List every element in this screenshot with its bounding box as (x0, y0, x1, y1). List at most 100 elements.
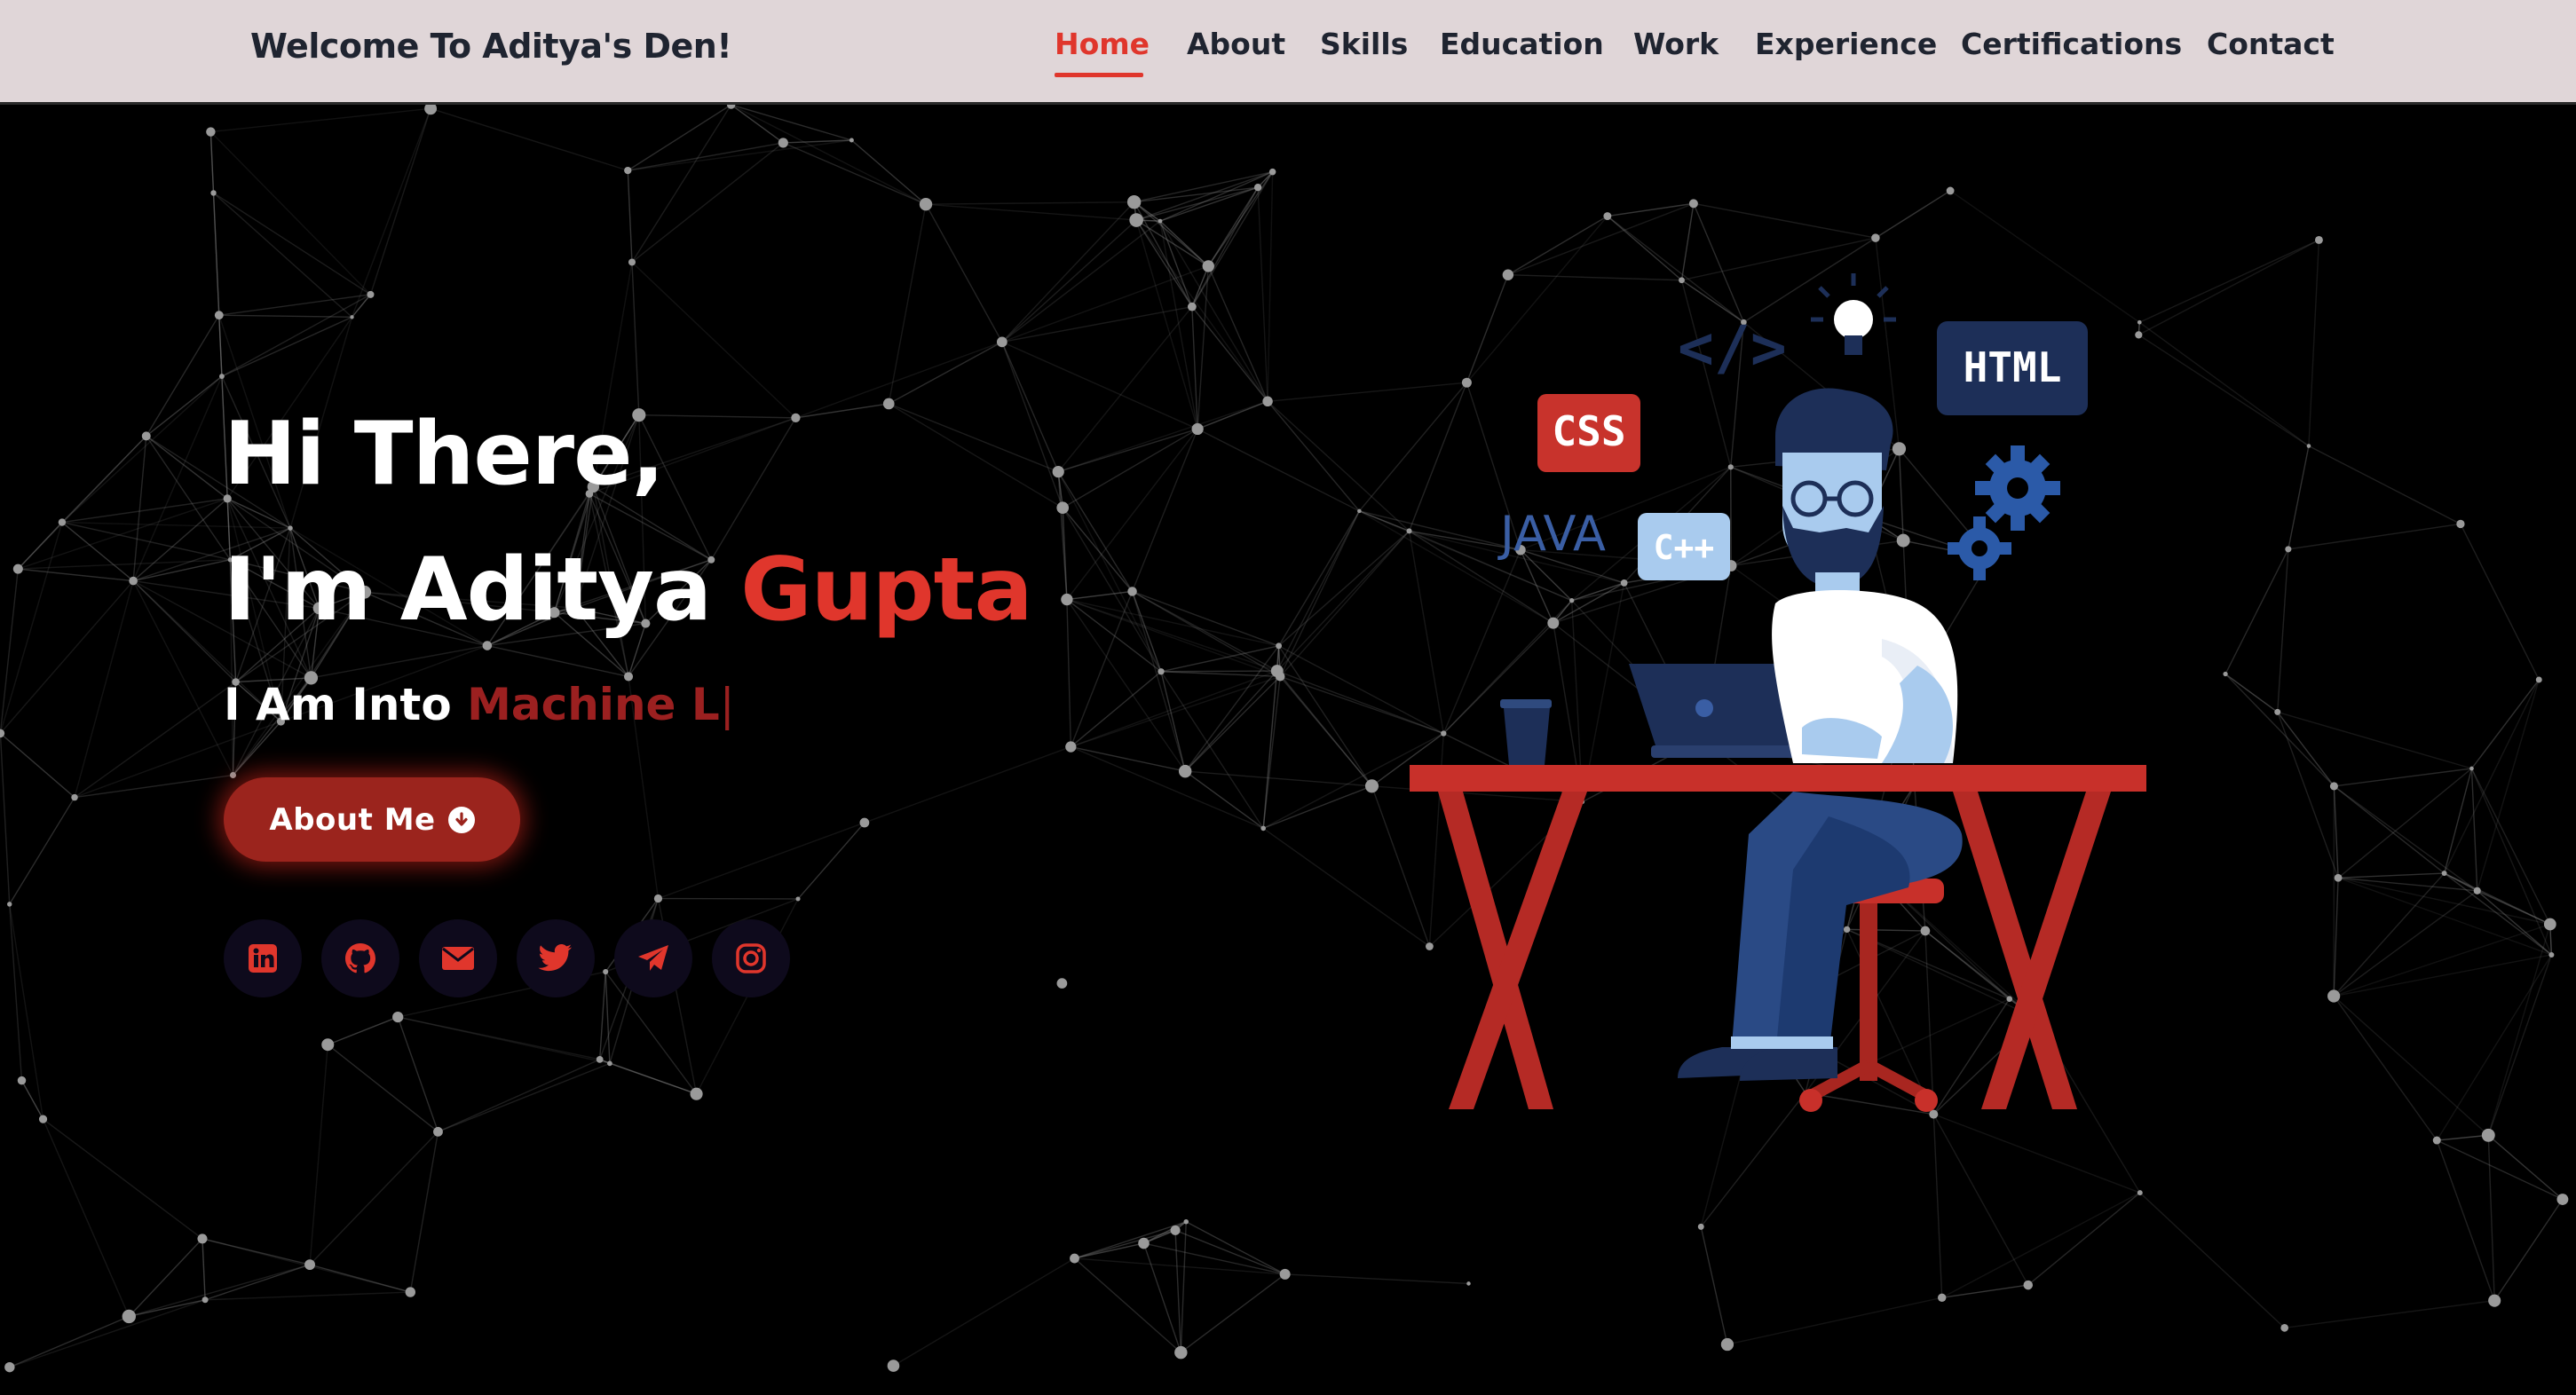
network-node (795, 896, 801, 902)
network-line (221, 294, 371, 377)
network-node (1183, 1218, 1189, 1225)
network-line (2277, 711, 2472, 769)
network-node (1202, 260, 1214, 272)
hero-name-prefix: I'm Aditya (224, 540, 741, 641)
svg-text:HTML: HTML (1964, 343, 2062, 391)
network-line (2337, 768, 2472, 879)
network-line (1262, 676, 1281, 829)
network-line (925, 203, 1003, 343)
brand-title[interactable]: Welcome To Aditya's Den! (250, 27, 732, 66)
network-line (2487, 924, 2551, 1136)
network-line (631, 261, 796, 419)
network-node (424, 105, 438, 115)
network-line (631, 262, 640, 415)
hero-greeting: Hi There, (224, 404, 665, 505)
network-line (309, 1044, 328, 1265)
network-line (397, 1016, 439, 1132)
nav-skills[interactable]: Skills (1320, 27, 1408, 61)
network-line (1135, 219, 1209, 267)
network-line (2487, 1134, 2564, 1201)
network-line (0, 569, 20, 734)
network-line (9, 1299, 206, 1368)
network-node (433, 1126, 443, 1137)
network-line (797, 822, 865, 900)
network-line (1160, 671, 1281, 677)
typing-text: Machine L (467, 679, 720, 730)
nav-certifications[interactable]: Certifications (1961, 27, 2182, 61)
about-me-button[interactable]: About Me (224, 777, 520, 862)
network-line (132, 580, 237, 683)
network-line (1276, 510, 1360, 672)
telegram-icon[interactable] (614, 919, 692, 997)
nav-work[interactable]: Work (1633, 27, 1719, 61)
network-line (1001, 219, 1137, 343)
network-node (58, 518, 67, 526)
network-node (1056, 501, 1070, 515)
java-tag: JAVA (1497, 506, 1606, 562)
network-node (1065, 741, 1077, 753)
network-line (864, 745, 1071, 824)
network-line (2308, 240, 2320, 446)
nav-experience[interactable]: Experience (1755, 27, 1937, 61)
network-line (42, 1118, 130, 1317)
instagram-icon[interactable] (712, 919, 790, 997)
network-line (309, 1264, 411, 1293)
network-line (2333, 996, 2438, 1141)
network-node (887, 1360, 900, 1372)
network-node (2329, 782, 2338, 791)
network-line (631, 105, 732, 263)
network-line (1001, 265, 1209, 343)
nav-about[interactable]: About (1187, 27, 1285, 61)
network-line (438, 1059, 600, 1132)
nav-education[interactable]: Education (1440, 27, 1604, 61)
network-line (9, 797, 75, 905)
network-node (1178, 764, 1192, 778)
network-line (2027, 1192, 2141, 1286)
network-line (2333, 890, 2478, 997)
network-line (1185, 1221, 1285, 1275)
network-node (624, 166, 632, 175)
network-line (1262, 785, 1372, 830)
developer-illustration: CSS HTML JAVA C++ </> (1410, 273, 2146, 1112)
network-line (628, 142, 784, 171)
network-line (925, 201, 1134, 205)
nav-contact[interactable]: Contact (2207, 27, 2335, 61)
network-line (627, 105, 732, 171)
network-line (888, 403, 1063, 508)
network-line (731, 105, 927, 205)
twitter-icon[interactable] (517, 919, 595, 997)
typing-cursor: | (719, 679, 735, 730)
network-line (1066, 598, 1281, 677)
network-line (893, 1257, 1075, 1367)
network-node (882, 398, 895, 410)
network-node (141, 431, 151, 441)
linkedin-icon[interactable] (224, 919, 302, 997)
network-node (122, 1309, 136, 1324)
network-line (631, 142, 784, 263)
network-node (1056, 978, 1068, 989)
network-line (658, 822, 865, 900)
network-node (1697, 1223, 1704, 1230)
github-icon[interactable] (321, 919, 399, 997)
network-line (1135, 219, 1268, 402)
network-node (2548, 951, 2555, 958)
network-line (2443, 679, 2540, 874)
network-line (0, 732, 75, 799)
svg-text:CSS: CSS (1552, 407, 1625, 455)
html-tag: HTML (1937, 321, 2088, 415)
network-node (1070, 1253, 1079, 1264)
network-line (2443, 768, 2473, 874)
envelope-icon[interactable] (419, 919, 497, 997)
lightbulb-icon (1811, 273, 1896, 355)
network-line (438, 1062, 611, 1132)
network-line (1071, 670, 1277, 748)
network-line (2470, 768, 2553, 956)
network-line (1001, 341, 1198, 430)
network-line (221, 316, 352, 377)
network-line (0, 733, 11, 904)
network-node (1279, 1268, 1291, 1280)
network-node (778, 138, 788, 148)
network-node (2274, 708, 2281, 715)
nav-home[interactable]: Home (1055, 27, 1150, 61)
network-line (1257, 187, 1268, 402)
